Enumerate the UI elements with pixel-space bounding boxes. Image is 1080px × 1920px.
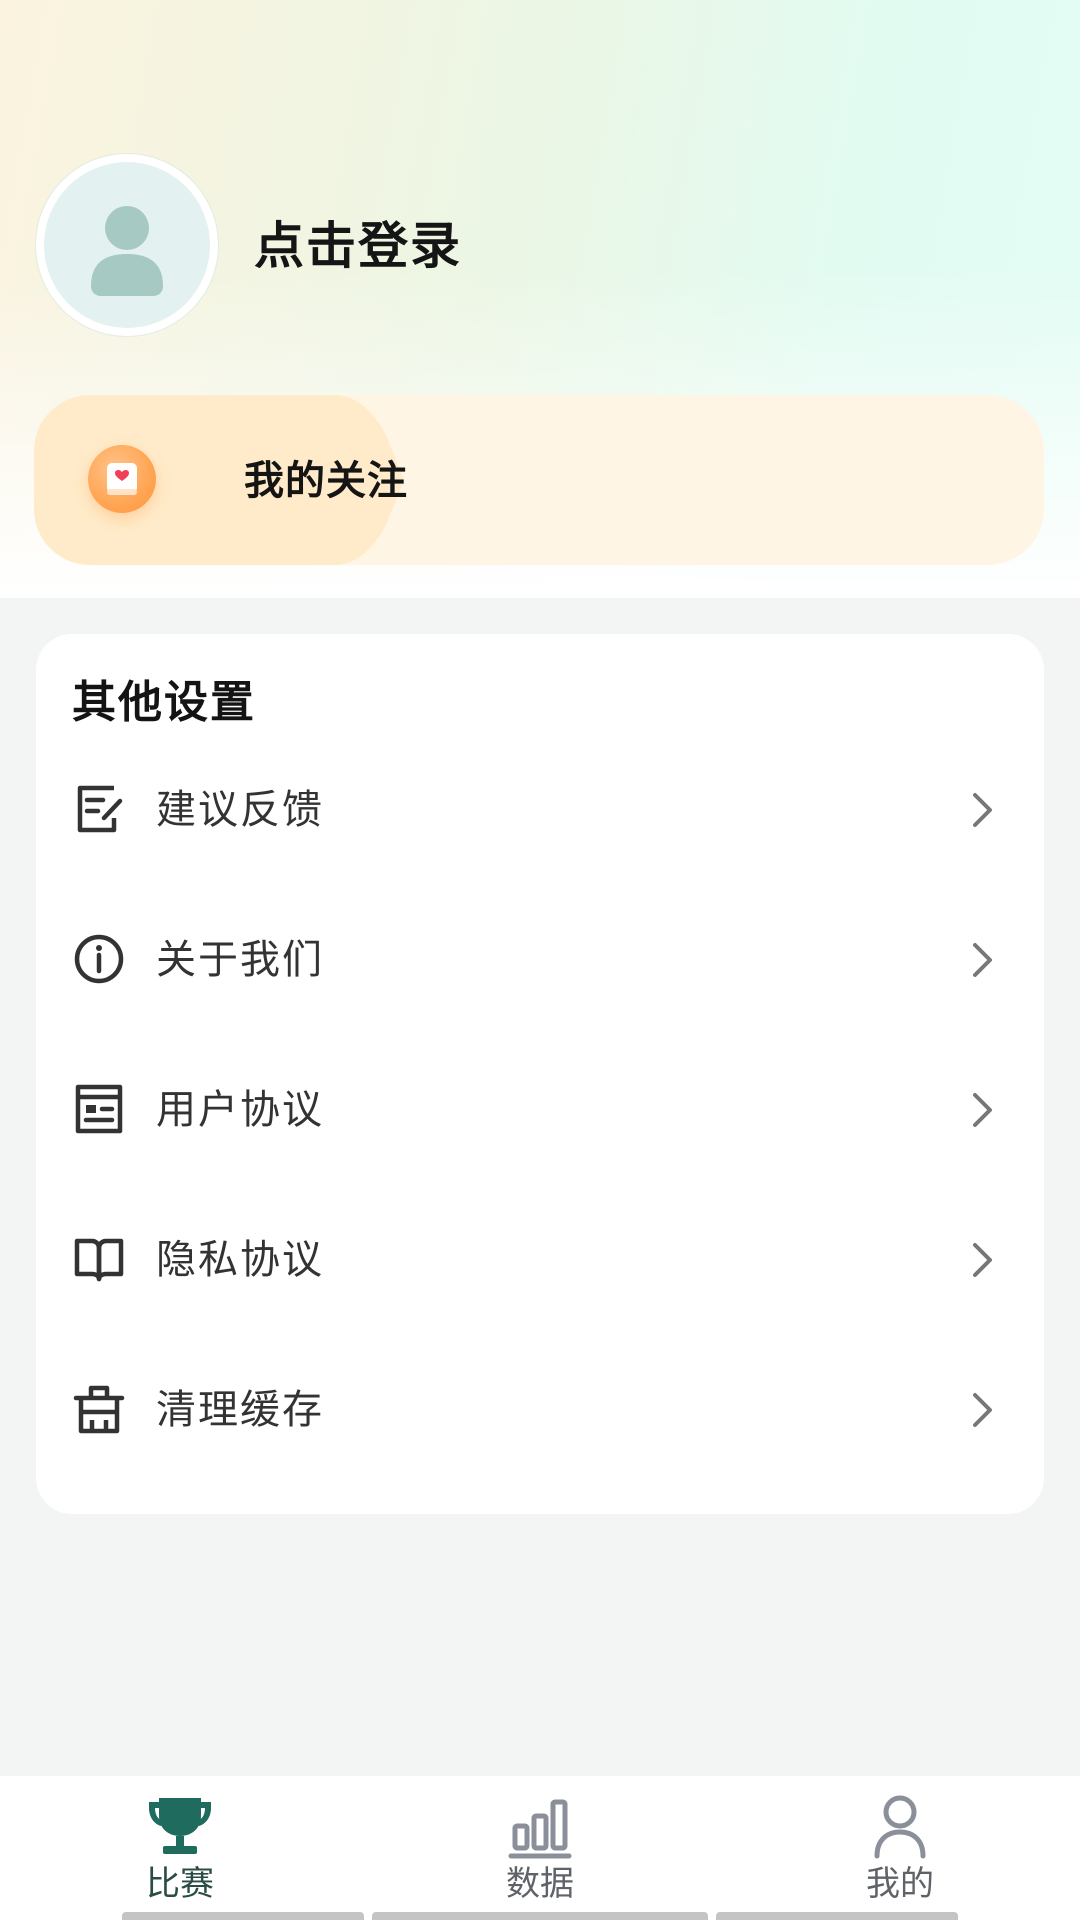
document-icon [75,1084,123,1134]
setting-label: 用户协议 [156,1087,324,1133]
follow-heart-icon [88,445,156,513]
setting-label: 建议反馈 [156,787,324,833]
profile-header: 点击登录 我的关注 [0,0,1080,598]
follow-label: 我的关注 [244,458,408,504]
tab-indicator-2 [372,1912,708,1920]
tab-label: 我的 [866,1864,934,1904]
setting-row-feedback[interactable]: 建议反馈 [36,734,1044,884]
setting-label: 关于我们 [156,937,324,983]
user-silhouette-icon [91,206,163,296]
tab-label: 数据 [506,1864,574,1904]
avatar-placeholder [44,162,210,328]
chevron-right-icon [973,1243,992,1277]
setting-label: 隐私协议 [156,1237,324,1283]
book-icon [74,1238,124,1282]
trophy-icon [149,1798,211,1854]
setting-row-privacy-agreement[interactable]: 隐私协议 [36,1184,1044,1334]
person-icon [874,1795,926,1859]
bar-chart-icon [508,1799,572,1859]
tab-mine[interactable]: 我的 [720,1776,1080,1920]
bottom-tab-bar: 比赛 数据 我的 [0,1776,1080,1920]
settings-title: 其他设置 [72,677,256,728]
chevron-right-icon [973,793,992,827]
tab-data[interactable]: 数据 [360,1776,720,1920]
avatar[interactable] [36,154,218,336]
login-link[interactable]: 点击登录 [254,214,462,278]
my-follow-card[interactable]: 我的关注 [34,395,1044,565]
tab-indicator-1 [122,1912,364,1920]
tab-label: 比赛 [146,1864,214,1904]
tab-indicator-3 [716,1912,958,1920]
feedback-edit-icon [77,785,123,833]
chevron-right-icon [973,1393,992,1427]
setting-row-about[interactable]: 关于我们 [36,884,1044,1034]
setting-label: 清理缓存 [156,1387,324,1433]
chevron-right-icon [973,1093,992,1127]
setting-row-clear-cache[interactable]: 清理缓存 [36,1334,1044,1484]
info-icon [74,934,124,984]
setting-row-user-agreement[interactable]: 用户协议 [36,1034,1044,1184]
tab-matches[interactable]: 比赛 [0,1776,360,1920]
basket-icon [73,1385,125,1434]
chevron-right-icon [973,943,992,977]
